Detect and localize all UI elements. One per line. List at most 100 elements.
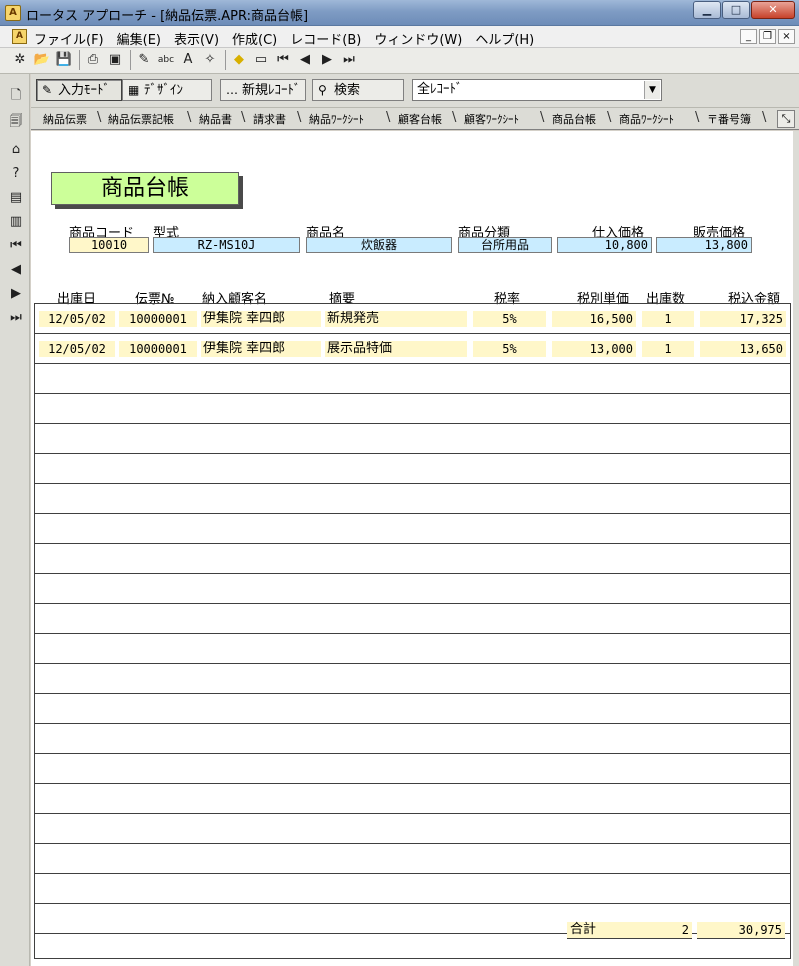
total-label: 合計 bbox=[570, 922, 597, 937]
row-date[interactable]: 12/05/02 bbox=[39, 341, 115, 357]
prev-record-icon[interactable]: ◀ bbox=[295, 50, 315, 70]
prev-record-icon[interactable]: ◀ bbox=[6, 260, 26, 280]
new-record-button[interactable]: … 新規ﾚｺｰﾄﾞ bbox=[220, 79, 306, 101]
toolbar-separator bbox=[130, 50, 131, 70]
design-label: ﾃﾞｻﾞｲﾝ bbox=[144, 83, 183, 98]
detail-table: 12/05/02 10000001 伊集院 幸四郎 新規発売 5% 16,500… bbox=[34, 303, 791, 959]
tab-overflow-icon[interactable]: ⤡ bbox=[777, 110, 795, 128]
diamond-icon[interactable]: ◆ bbox=[229, 50, 249, 70]
row-qty[interactable]: 1 bbox=[642, 311, 694, 327]
tab-customer-ledger[interactable]: 顧客台帳 bbox=[398, 111, 442, 127]
row-divider bbox=[35, 783, 790, 784]
tab-postal-code-book[interactable]: 〒番号簿 bbox=[707, 111, 751, 127]
tab-product-ledger[interactable]: 商品台帳 bbox=[552, 111, 596, 127]
preview-icon[interactable]: ▣ bbox=[105, 50, 125, 70]
design-button[interactable]: ▦ ﾃﾞｻﾞｲﾝ bbox=[122, 79, 212, 101]
row-customer[interactable]: 伊集院 幸四郎 bbox=[201, 311, 321, 327]
print-icon[interactable]: ⎙ bbox=[83, 50, 103, 70]
tab-separator: \ bbox=[187, 110, 192, 125]
chevron-down-icon[interactable]: ▼ bbox=[644, 81, 660, 99]
row-unit-price[interactable]: 16,500 bbox=[552, 311, 636, 327]
sale-price-field[interactable]: 13,800 bbox=[656, 237, 752, 253]
search-button[interactable]: ⚲ 検索 bbox=[312, 79, 404, 101]
text-icon[interactable]: A bbox=[178, 50, 198, 70]
row-divider bbox=[35, 753, 790, 754]
row-slip-no[interactable]: 10000001 bbox=[119, 341, 197, 357]
row-divider bbox=[35, 393, 790, 394]
row-amount[interactable]: 17,325 bbox=[700, 311, 786, 327]
menu-file[interactable]: ファイル(F) bbox=[34, 29, 104, 48]
row-customer[interactable]: 伊集院 幸四郎 bbox=[201, 341, 321, 357]
row-divider bbox=[35, 513, 790, 514]
close-button[interactable]: ✕ bbox=[751, 1, 795, 19]
tab-delivery-note[interactable]: 納品書 bbox=[199, 111, 232, 127]
last-record-icon[interactable]: ⏭ bbox=[339, 50, 359, 70]
first-record-icon[interactable]: ⏮ bbox=[273, 50, 293, 70]
form-view-icon[interactable]: 🗋 bbox=[6, 86, 26, 106]
spell-check-icon[interactable]: abc bbox=[156, 50, 176, 70]
product-code-field[interactable]: 10010 bbox=[69, 237, 149, 253]
home-icon[interactable]: ⌂ bbox=[6, 140, 26, 160]
doc-close-button[interactable]: × bbox=[778, 29, 795, 44]
product-ledger-form: 商品台帳 商品コード 10010 型式 RZ-MS10J 商品名 炊飯器 商品分… bbox=[31, 131, 799, 966]
row-divider bbox=[35, 663, 790, 664]
menu-edit[interactable]: 編集(E) bbox=[117, 29, 161, 48]
pencil-icon: ✎ bbox=[42, 83, 53, 97]
category-field[interactable]: 台所用品 bbox=[458, 237, 552, 253]
row-slip-no[interactable]: 10000001 bbox=[119, 311, 197, 327]
form-heading: 商品台帳 bbox=[51, 172, 239, 205]
worksheet-view-icon[interactable]: 🗐 bbox=[6, 112, 26, 132]
tab-delivery-worksheet[interactable]: 納品ﾜｰｸｼｰﾄ bbox=[309, 111, 364, 127]
search-label: 検索 bbox=[334, 83, 361, 98]
record-filter-value: 全ﾚｺｰﾄﾞ bbox=[417, 82, 463, 97]
edit-icon[interactable]: ✎ bbox=[134, 50, 154, 70]
document-icon[interactable]: A bbox=[12, 29, 27, 44]
tab-separator: \ bbox=[695, 110, 700, 125]
total-summary: 合計 2 bbox=[567, 922, 692, 939]
last-record-icon[interactable]: ⏭ bbox=[6, 308, 26, 328]
row-tax-rate[interactable]: 5% bbox=[473, 311, 546, 327]
app-icon[interactable]: A bbox=[5, 5, 21, 21]
row-divider bbox=[35, 843, 790, 844]
menu-window[interactable]: ウィンドウ(W) bbox=[374, 29, 462, 48]
row-unit-price[interactable]: 13,000 bbox=[552, 341, 636, 357]
first-record-icon[interactable]: ⏮ bbox=[6, 236, 26, 256]
next-record-icon[interactable]: ▶ bbox=[6, 284, 26, 304]
tab-invoice[interactable]: 請求書 bbox=[253, 111, 286, 127]
field-icon[interactable]: ▭ bbox=[251, 50, 271, 70]
tab-delivery-slip-entry[interactable]: 納品伝票記帳 bbox=[108, 111, 174, 127]
maximize-button[interactable]: □ bbox=[722, 1, 750, 19]
menu-create[interactable]: 作成(C) bbox=[232, 29, 277, 48]
save-icon[interactable]: 💾 bbox=[54, 50, 74, 70]
open-folder-icon[interactable]: 📂 bbox=[32, 50, 52, 70]
menu-view[interactable]: 表示(V) bbox=[174, 29, 219, 48]
report-icon[interactable]: ▤ bbox=[6, 188, 26, 208]
tab-product-worksheet[interactable]: 商品ﾜｰｸｼｰﾄ bbox=[619, 111, 674, 127]
row-divider bbox=[35, 543, 790, 544]
toolbar-separator bbox=[225, 50, 226, 70]
row-tax-rate[interactable]: 5% bbox=[473, 341, 546, 357]
menu-record[interactable]: レコード(B) bbox=[290, 29, 361, 48]
tab-delivery-slip[interactable]: 納品伝票 bbox=[43, 111, 87, 127]
product-name-field[interactable]: 炊飯器 bbox=[306, 237, 452, 253]
model-field[interactable]: RZ-MS10J bbox=[153, 237, 300, 253]
doc-minimize-button[interactable]: _ bbox=[740, 29, 757, 44]
new-file-icon[interactable]: ✲ bbox=[10, 50, 30, 70]
help-icon[interactable]: ? bbox=[6, 164, 26, 184]
tab-separator: \ bbox=[607, 110, 612, 125]
input-mode-button[interactable]: ✎ 入力ﾓｰﾄﾞ bbox=[36, 79, 122, 101]
tab-customer-worksheet[interactable]: 顧客ﾜｰｸｼｰﾄ bbox=[464, 111, 519, 127]
wand-icon[interactable]: ✧ bbox=[200, 50, 220, 70]
row-date[interactable]: 12/05/02 bbox=[39, 311, 115, 327]
chart-icon[interactable]: ▥ bbox=[6, 212, 26, 232]
row-summary[interactable]: 新規発売 bbox=[325, 311, 467, 327]
purchase-price-field[interactable]: 10,800 bbox=[557, 237, 652, 253]
record-filter-select[interactable]: 全ﾚｺｰﾄﾞ ▼ bbox=[412, 79, 662, 101]
row-summary[interactable]: 展示品特価 bbox=[325, 341, 467, 357]
doc-restore-button[interactable]: ❐ bbox=[759, 29, 776, 44]
minimize-button[interactable]: ▁ bbox=[693, 1, 721, 19]
next-record-icon[interactable]: ▶ bbox=[317, 50, 337, 70]
menu-help[interactable]: ヘルプ(H) bbox=[475, 29, 534, 48]
row-qty[interactable]: 1 bbox=[642, 341, 694, 357]
row-amount[interactable]: 13,650 bbox=[700, 341, 786, 357]
